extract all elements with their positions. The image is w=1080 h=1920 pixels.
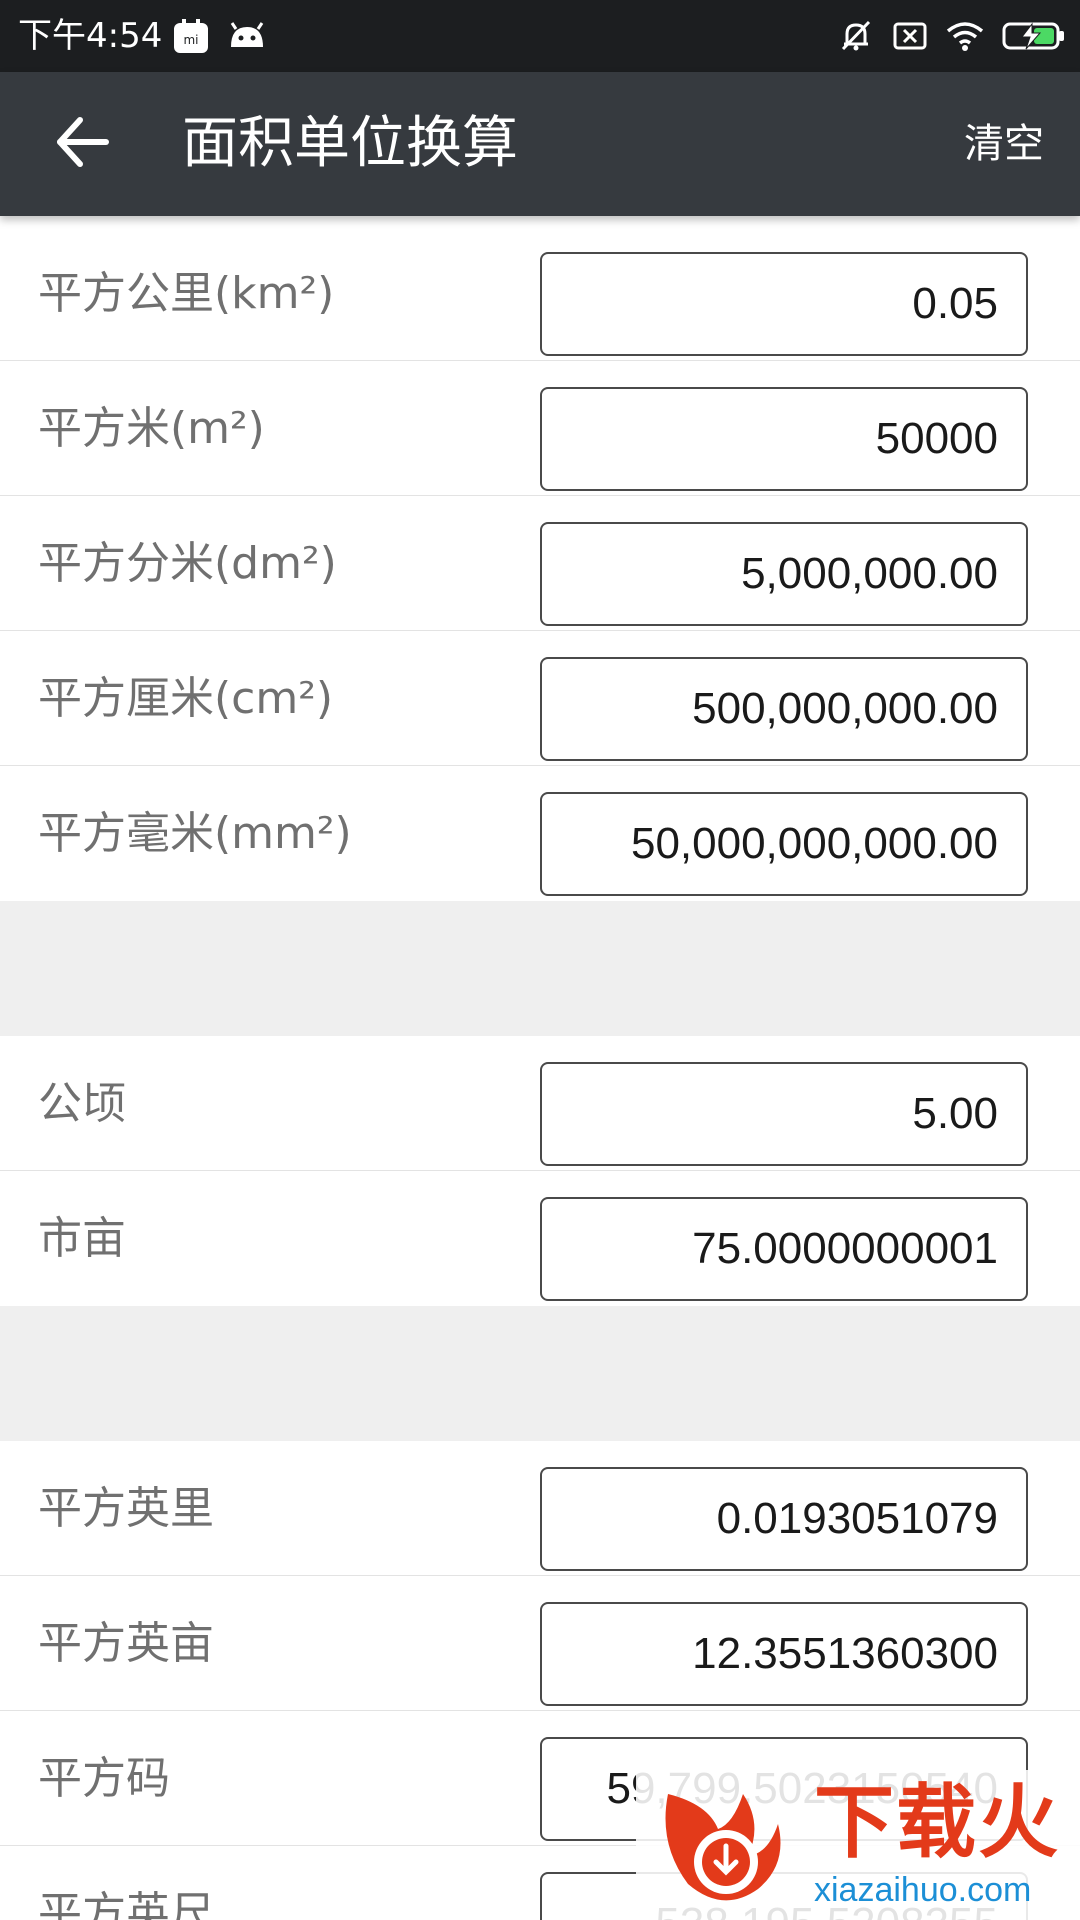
unit-value-input[interactable]: 75.0000000001 bbox=[540, 1197, 1028, 1301]
wifi-icon bbox=[946, 20, 984, 52]
unit-row-mu: 市亩 75.0000000001 bbox=[0, 1171, 1080, 1306]
unit-value-input[interactable]: 0.0193051079 bbox=[540, 1467, 1028, 1571]
unit-label: 市亩 bbox=[38, 1213, 126, 1264]
unit-value-input[interactable]: 5,000,000.00 bbox=[540, 522, 1028, 626]
unit-label: 平方米(m²) bbox=[38, 403, 265, 454]
unit-row-cm2: 平方厘米(cm²) 500,000,000.00 bbox=[0, 631, 1080, 766]
unit-label: 平方分米(dm²) bbox=[38, 538, 337, 589]
unit-label: 平方码 bbox=[38, 1753, 170, 1804]
unit-row-sq-mile: 平方英里 0.0193051079 bbox=[0, 1441, 1080, 1576]
group-divider bbox=[0, 1306, 1080, 1441]
arrow-left-icon bbox=[52, 114, 112, 174]
battery-charging-icon bbox=[1002, 20, 1066, 52]
metric-group: 平方公里(km²) 0.05 平方米(m²) 50000 平方分米(dm²) 5… bbox=[0, 226, 1080, 901]
unit-label: 平方英尺 bbox=[38, 1888, 214, 1920]
back-button[interactable] bbox=[40, 104, 124, 184]
unit-value-input[interactable]: 12.3551360300 bbox=[540, 1602, 1028, 1706]
mi-app-icon: mi bbox=[172, 17, 210, 55]
status-bar: 下午4:54 mi bbox=[0, 0, 1080, 72]
unit-row-km2: 平方公里(km²) 0.05 bbox=[0, 226, 1080, 361]
unit-label: 平方厘米(cm²) bbox=[38, 673, 334, 724]
unit-label: 平方毫米(mm²) bbox=[38, 808, 352, 859]
unit-row-dm2: 平方分米(dm²) 5,000,000.00 bbox=[0, 496, 1080, 631]
status-right-icons bbox=[838, 14, 1066, 58]
silent-icon bbox=[838, 18, 874, 54]
watermark: 下载火 xiazaihuo.com bbox=[636, 1770, 1080, 1920]
flame-logo-icon bbox=[648, 1784, 798, 1918]
group-divider bbox=[0, 901, 1080, 1036]
unit-row-acre: 平方英亩 12.3551360300 bbox=[0, 1576, 1080, 1711]
app-toolbar: 面积单位换算 清空 bbox=[0, 72, 1080, 216]
unit-label: 平方英里 bbox=[38, 1483, 214, 1534]
unit-label: 平方公里(km²) bbox=[38, 268, 335, 319]
watermark-title: 下载火 bbox=[814, 1776, 1060, 1869]
status-left-icons: mi bbox=[172, 16, 266, 56]
unit-value-input[interactable]: 50000 bbox=[540, 387, 1028, 491]
top-gap bbox=[0, 216, 1080, 226]
unit-label: 公顷 bbox=[38, 1078, 126, 1129]
page-title: 面积单位换算 bbox=[182, 111, 518, 176]
unit-label: 平方英亩 bbox=[38, 1618, 214, 1669]
android-icon bbox=[228, 21, 266, 51]
watermark-url: xiazaihuo.com bbox=[814, 1871, 1032, 1909]
status-time: 下午4:54 bbox=[18, 16, 163, 56]
conversion-list: 平方公里(km²) 0.05 平方米(m²) 50000 平方分米(dm²) 5… bbox=[0, 216, 1080, 1920]
unit-row-hectare: 公顷 5.00 bbox=[0, 1036, 1080, 1171]
unit-value-input[interactable]: 500,000,000.00 bbox=[540, 657, 1028, 761]
sim-off-icon bbox=[892, 20, 928, 52]
unit-row-m2: 平方米(m²) 50000 bbox=[0, 361, 1080, 496]
unit-row-mm2: 平方毫米(mm²) 50,000,000,000.00 bbox=[0, 766, 1080, 901]
clear-button[interactable]: 清空 bbox=[964, 120, 1044, 168]
unit-value-input[interactable]: 50,000,000,000.00 bbox=[540, 792, 1028, 896]
unit-value-input[interactable]: 5.00 bbox=[540, 1062, 1028, 1166]
svg-text:mi: mi bbox=[183, 33, 198, 47]
unit-value-input[interactable]: 0.05 bbox=[540, 252, 1028, 356]
chinese-group: 公顷 5.00 市亩 75.0000000001 bbox=[0, 1036, 1080, 1306]
